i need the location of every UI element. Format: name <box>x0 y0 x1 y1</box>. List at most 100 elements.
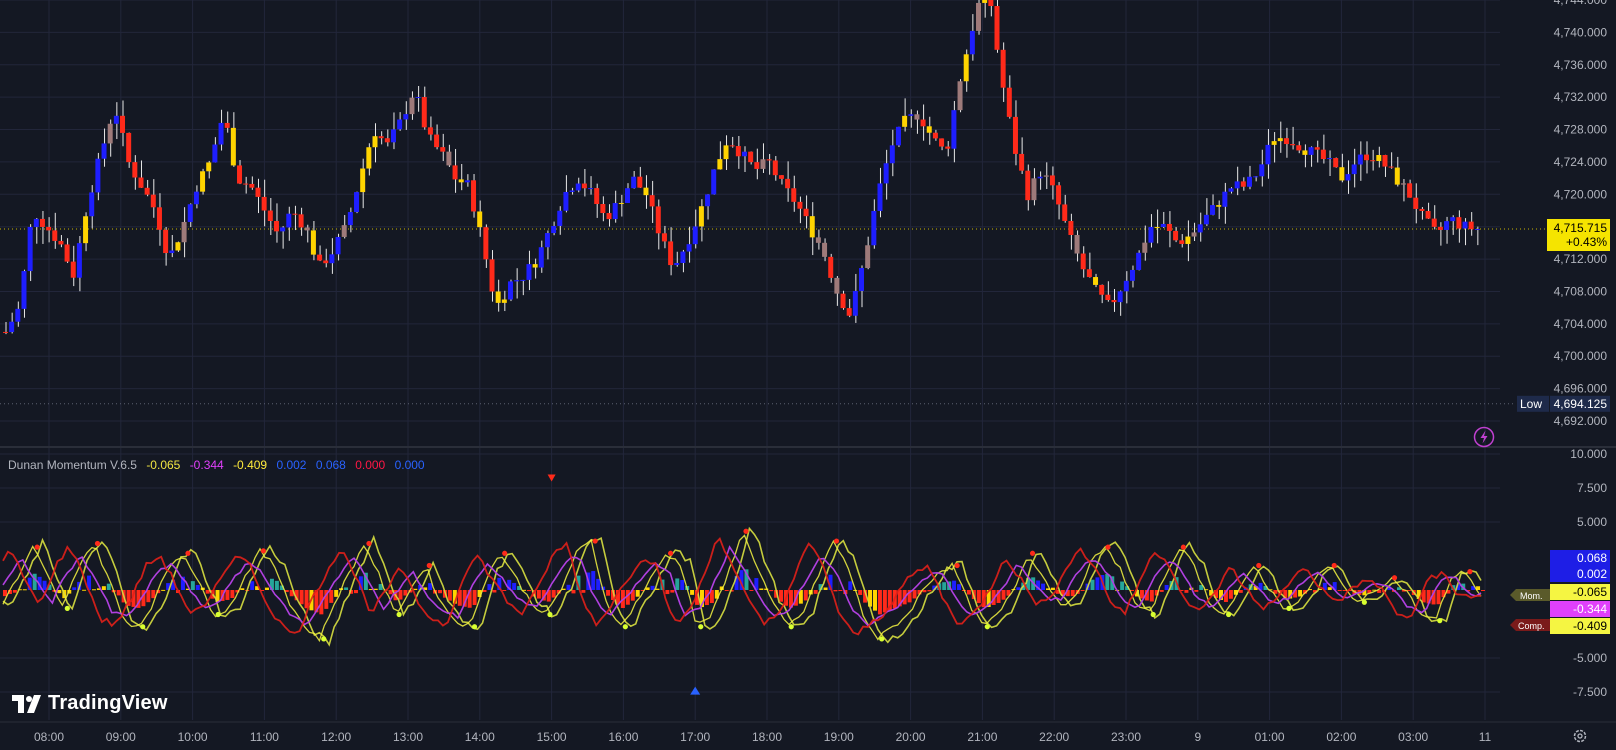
candle-body <box>926 126 932 133</box>
momentum-histogram-bar <box>833 590 838 592</box>
momentum-histogram-bar <box>690 590 695 595</box>
candle-body <box>1173 230 1179 241</box>
price-tick-label: 4,736.000 <box>1554 58 1608 72</box>
candle-body <box>1012 116 1018 154</box>
candle-body <box>310 230 316 255</box>
candle-body <box>52 230 58 241</box>
indicator-tag-text: -0.344 <box>1573 602 1607 616</box>
indicator-tag: -0.344 <box>1550 601 1610 617</box>
candle-body <box>255 187 261 197</box>
indicator-tick-label: 10.000 <box>1570 447 1607 461</box>
momentum-swing-dot <box>833 538 840 544</box>
price-tick-label: 4,740.000 <box>1554 25 1608 39</box>
candle-body <box>101 143 107 159</box>
momentum-histogram-bar <box>566 584 571 590</box>
indicator-legend[interactable]: Dunan Momentum V.6.5 -0.065 -0.344 -0.40… <box>8 458 431 472</box>
candle-body <box>1407 183 1413 198</box>
candle-body <box>372 136 378 148</box>
last-price-tag: 4,715.715+0.43% <box>1547 218 1610 251</box>
candle-body <box>828 256 834 278</box>
momentum-histogram-bar <box>512 582 517 590</box>
momentum-histogram-bar <box>551 590 556 598</box>
momentum-histogram-bar <box>1436 590 1441 605</box>
candle-body <box>341 225 347 237</box>
momentum-swing-dot <box>215 611 221 618</box>
candle-body <box>1253 176 1259 178</box>
candle-body <box>1099 284 1105 295</box>
candle-body <box>698 206 704 227</box>
candle-body <box>249 183 255 188</box>
candle-body <box>809 216 815 238</box>
candle-body <box>834 277 840 294</box>
candle-body <box>600 204 606 214</box>
candle-body <box>612 203 618 220</box>
momentum-histogram-bar <box>472 590 477 606</box>
candle-body <box>495 291 501 303</box>
chart-canvas[interactable]: 08:00 09:00 10:00 11:00 12:00 13:00 14:00 15:00… <box>0 0 1616 750</box>
candle-body <box>563 191 569 211</box>
x-tick-label: 02:00 <box>1326 730 1356 744</box>
candle-body <box>532 264 538 268</box>
momentum-swing-dot <box>954 562 960 569</box>
momentum-histogram-bar <box>42 580 47 590</box>
indicator-tick-label: 5.000 <box>1577 515 1607 529</box>
candle-body <box>1290 144 1296 146</box>
candle-body <box>501 299 507 303</box>
momentum-swing-dot <box>396 611 402 618</box>
candle-body <box>1394 167 1400 185</box>
candle-body <box>1031 178 1037 201</box>
momentum-swing-dot <box>547 611 553 618</box>
momentum-histogram-bar <box>858 590 863 595</box>
momentum-histogram-bar <box>1095 577 1100 590</box>
candle-body <box>9 321 15 333</box>
candle-body <box>575 183 581 191</box>
candle-body <box>132 162 138 178</box>
indicator-value-6: 0.000 <box>355 458 386 472</box>
candle-body <box>557 210 563 226</box>
momentum-swing-dot <box>34 544 40 550</box>
momentum-histogram-bar <box>240 588 245 590</box>
x-tick-label: 16:00 <box>608 730 638 744</box>
candle-body <box>606 213 612 220</box>
candle-body <box>754 162 760 169</box>
candle-body <box>735 146 741 157</box>
momentum-histogram-bar <box>403 590 408 596</box>
candle-body <box>483 227 489 260</box>
momentum-histogram-bar <box>1481 590 1485 591</box>
gear-icon[interactable] <box>1572 728 1588 744</box>
indicator-value-4: 0.002 <box>276 458 307 472</box>
momentum-oscillator[interactable] <box>2 474 1485 695</box>
logo-text: TradingView <box>48 692 168 714</box>
candle-body <box>446 151 452 166</box>
last-price-change: +0.43% <box>1566 235 1607 249</box>
candle-body <box>1142 242 1148 253</box>
candle-body <box>286 213 292 228</box>
tradingview-logo[interactable]: TradingView <box>12 692 168 715</box>
x-tick-label: 14:00 <box>465 730 495 744</box>
candle-body <box>1376 155 1382 161</box>
indicator-tag-text: -0.409 <box>1573 619 1607 633</box>
candle-body <box>150 194 156 208</box>
candle-body <box>969 30 975 55</box>
momentum-swing-dot <box>667 550 674 556</box>
candle-body <box>514 280 520 282</box>
momentum-histogram-bar <box>596 578 601 590</box>
candle-body <box>107 123 113 144</box>
x-tick-label: 9 <box>1194 730 1201 744</box>
candle-body <box>526 264 532 280</box>
x-tick-label: 19:00 <box>824 730 854 744</box>
x-tick-label: 10:00 <box>178 730 208 744</box>
momentum-histogram-bar <box>205 590 210 594</box>
candle-body <box>397 119 403 130</box>
momentum-swing-dot <box>788 624 794 630</box>
momentum-histogram-bar <box>1238 590 1243 593</box>
lightning-icon[interactable] <box>1473 426 1495 448</box>
momentum-histogram-bar <box>72 587 77 590</box>
candle-body <box>15 308 21 322</box>
price-candles[interactable] <box>3 0 1480 335</box>
candle-body <box>1382 155 1388 167</box>
momentum-histogram-bar <box>373 588 378 590</box>
last-price-value: 4,715.715 <box>1554 221 1608 235</box>
candle-body <box>138 177 144 188</box>
momentum-swing-dot <box>140 624 146 630</box>
